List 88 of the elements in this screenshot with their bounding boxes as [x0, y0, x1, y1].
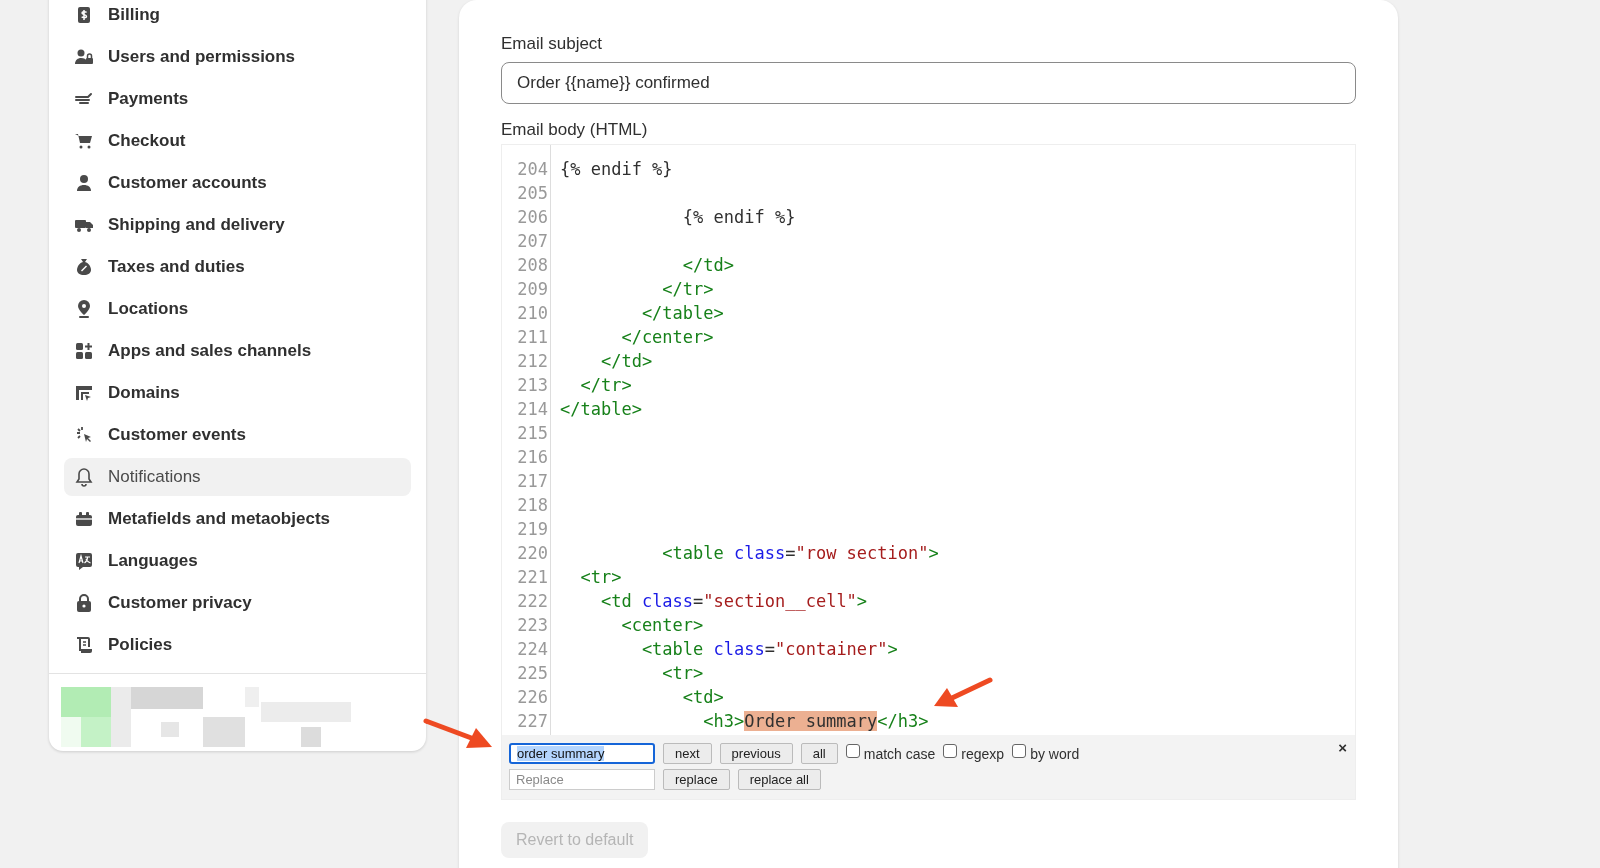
- translate-icon: [74, 551, 94, 571]
- field-label: Email subject: [501, 34, 604, 54]
- line-number: 214: [516, 399, 548, 419]
- code-line: </tr>: [579, 375, 632, 395]
- code-line: </td>: [599, 351, 653, 371]
- code-line: </table>: [640, 303, 724, 323]
- find-button[interactable]: previous: [719, 743, 793, 764]
- code-line: <td>: [681, 687, 724, 707]
- bell-icon: [74, 467, 94, 487]
- code-line: <center>: [620, 615, 704, 635]
- replace-field[interactable]: Replace: [509, 769, 655, 790]
- checkbox-label: match case: [863, 745, 936, 762]
- sidebar-item[interactable]: Customer privacy: [64, 584, 411, 622]
- sidebar-item[interactable]: Customer accounts: [64, 164, 411, 202]
- line-number: 227: [516, 711, 548, 731]
- code-line: {% endif %}: [681, 207, 796, 227]
- sidebar-item[interactable]: Customer events: [64, 416, 411, 454]
- field-label: Email body (HTML): [501, 120, 649, 140]
- subject-field[interactable]: Order {{name}} confirmed: [501, 62, 1356, 104]
- line-number: 210: [516, 303, 548, 323]
- window-cursor-icon: [74, 383, 94, 403]
- code-line: </center>: [620, 327, 714, 347]
- code-line: <table class="row section">: [661, 543, 939, 563]
- line-number: 213: [516, 375, 548, 395]
- checkbox[interactable]: [943, 743, 958, 758]
- user-lock-icon: [74, 47, 94, 67]
- sidebar-item[interactable]: Payments: [64, 80, 411, 118]
- code-line: </table>: [560, 399, 642, 419]
- line-number: 220: [516, 543, 548, 563]
- bag-icon: [74, 257, 94, 277]
- line-number: 221: [516, 567, 548, 587]
- checkbox[interactable]: [845, 743, 860, 758]
- line-number: 209: [516, 279, 548, 299]
- annotation-arrow: [934, 677, 993, 707]
- sidebar-item[interactable]: Billing: [64, 0, 411, 34]
- line-number: 204: [516, 159, 548, 179]
- sidebar-item[interactable]: Metafields and metaobjects: [64, 500, 411, 538]
- code-line: <td class="section__cell">: [599, 591, 868, 611]
- sidebar-item[interactable]: Notifications: [64, 458, 411, 496]
- line-number: 222: [516, 591, 548, 611]
- sidebar-item[interactable]: Policies: [64, 626, 411, 664]
- checkbox[interactable]: [1012, 743, 1027, 758]
- calendar-box-icon: [74, 509, 94, 529]
- cart-icon: [74, 131, 94, 151]
- sidebar-item[interactable]: Languages: [64, 542, 411, 580]
- code-line: {% endif %}: [560, 159, 673, 179]
- line-number: 212: [516, 351, 548, 371]
- replace-button[interactable]: replace all: [737, 769, 821, 790]
- line-number: 206: [516, 207, 548, 227]
- line-number: 224: [516, 639, 548, 659]
- sidebar-item[interactable]: Taxes and duties: [64, 248, 411, 286]
- code-line: <tr>: [579, 567, 622, 587]
- sidebar-item[interactable]: Users and permissions: [64, 38, 411, 76]
- line-number: 207: [516, 231, 548, 251]
- close-button[interactable]: ×: [1338, 739, 1347, 756]
- apps-icon: [74, 341, 94, 361]
- line-number: 218: [516, 495, 548, 515]
- line-number: 226: [516, 687, 548, 707]
- sidebar-item[interactable]: Shipping and delivery: [64, 206, 411, 244]
- sidebar-item[interactable]: Apps and sales channels: [64, 332, 411, 370]
- sidebar-item[interactable]: Domains: [64, 374, 411, 412]
- line-number: 215: [516, 423, 548, 443]
- line-number: 223: [516, 615, 548, 635]
- person-icon: [74, 173, 94, 193]
- find-field[interactable]: order summary: [509, 743, 655, 764]
- checkbox-label: regexp: [961, 745, 1005, 762]
- sidebar-item[interactable]: Locations: [64, 290, 411, 328]
- line-number: 208: [516, 255, 548, 275]
- line-number: 225: [516, 663, 548, 683]
- line-number: 211: [516, 327, 548, 347]
- scroll-icon: [74, 635, 94, 655]
- replace-button[interactable]: replace: [663, 769, 730, 790]
- code-line: <h3>Order summary</h3>: [702, 711, 929, 731]
- line-number: 217: [516, 471, 548, 491]
- line-number: 219: [516, 519, 548, 539]
- code-line: <table class="container">: [640, 639, 898, 659]
- sidebar-item[interactable]: Checkout: [64, 122, 411, 160]
- annotation-arrow: [423, 718, 492, 748]
- lock-icon: [74, 593, 94, 613]
- code-line: </tr>: [661, 279, 714, 299]
- cursor-click-icon: [74, 425, 94, 445]
- line-number: 205: [516, 183, 548, 203]
- find-button[interactable]: all: [800, 743, 838, 764]
- line-number: 216: [516, 447, 548, 467]
- find-button[interactable]: next: [663, 743, 712, 764]
- code-line: </td>: [681, 255, 734, 275]
- checkbox-label: by word: [1030, 745, 1080, 762]
- code-line: <tr>: [661, 663, 704, 683]
